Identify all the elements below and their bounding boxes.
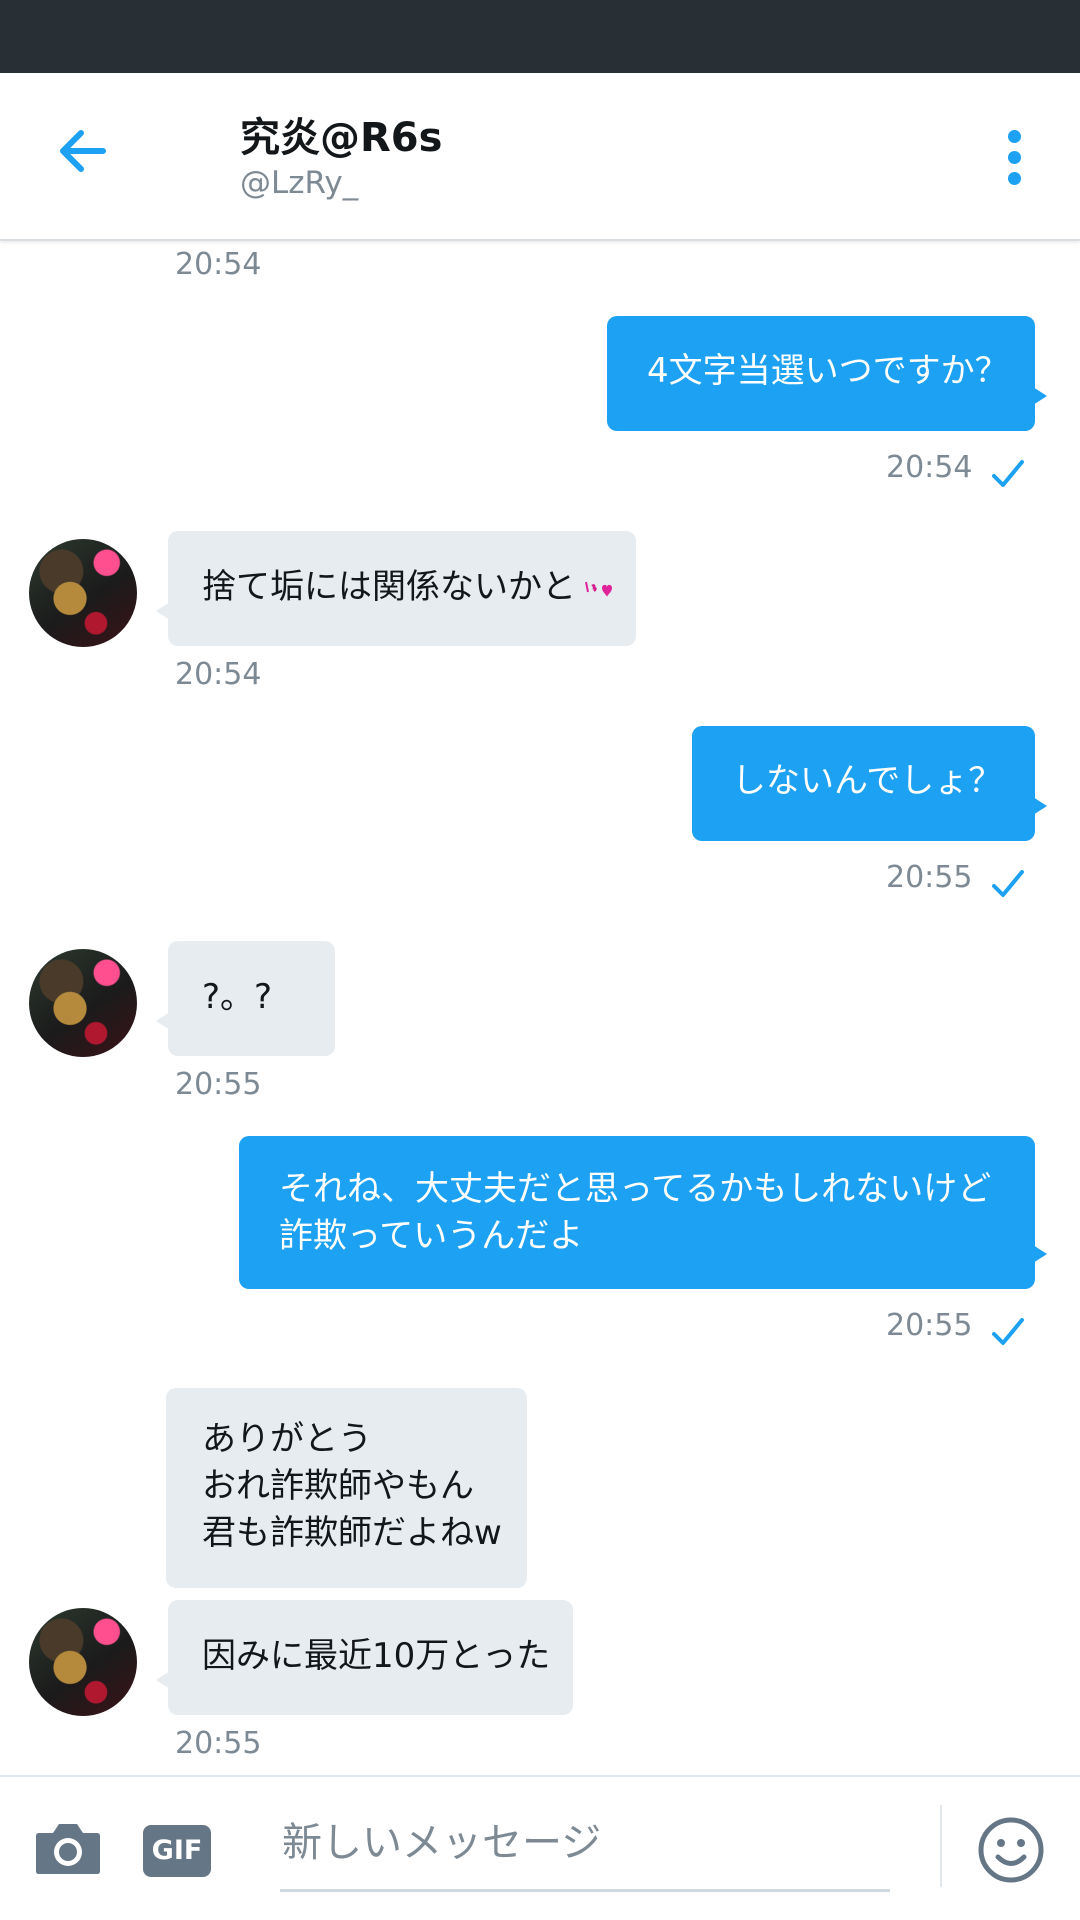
new-message-input[interactable] (280, 1797, 890, 1892)
message-text-line: 君も詐欺師だよねw (202, 1513, 502, 1553)
composer-divider (940, 1805, 942, 1887)
read-check-icon (992, 1318, 1024, 1345)
status-bar (0, 0, 1080, 73)
back-arrow-icon (60, 130, 106, 172)
message-text: 因みに最近10万とった (202, 1636, 551, 1676)
contact-avatar[interactable] (29, 949, 137, 1057)
received-message-bubble[interactable]: 捨て垢には関係ないかと (156, 531, 636, 646)
back-button[interactable] (45, 111, 125, 191)
message-text-line: 詐欺っていうんだよ (279, 1216, 584, 1256)
received-message-bubble[interactable]: ありがとう おれ詐欺師やもん 君も詐欺師だよねw (166, 1388, 527, 1588)
more-options-button[interactable] (990, 128, 1040, 188)
message-timestamp: 20:55 (886, 860, 973, 895)
received-message-bubble[interactable]: 因みに最近10万とった (156, 1600, 573, 1715)
message-text: しないんでしょ？ (732, 761, 1003, 801)
message-timestamp: 20:55 (175, 1067, 262, 1102)
heart-kiss-emoji (585, 581, 612, 597)
emoji-smiley-icon (978, 1817, 1044, 1883)
more-dot (1008, 172, 1021, 185)
conversation-header: 究炎@R6s @LzRy_ (0, 73, 1080, 241)
sent-message-bubble[interactable]: しないんでしょ？ (692, 726, 1047, 841)
gif-icon: GIF (151, 1835, 203, 1866)
gif-button[interactable]: GIF (143, 1825, 211, 1877)
sent-message-bubble[interactable]: 4文字当選いつですか？ (607, 316, 1047, 431)
message-list[interactable]: 20:54 4文字当選いつですか？ 20:54 捨て垢には関係ないかと 20:5… (0, 243, 1080, 1775)
message-timestamp: 20:55 (175, 1726, 262, 1761)
received-message-bubble[interactable]: ?。? (156, 941, 335, 1056)
camera-button[interactable] (33, 1819, 103, 1877)
more-dot (1008, 151, 1021, 164)
camera-icon (36, 1824, 100, 1874)
message-text: 4文字当選いつですか？ (647, 351, 1009, 391)
contact-name[interactable]: 究炎@R6s (240, 105, 442, 163)
contact-handle[interactable]: @LzRy_ (240, 165, 358, 201)
message-text-line: それね、大丈夫だと思ってるかもしれないけど (279, 1169, 992, 1209)
read-check-icon (992, 870, 1024, 897)
message-composer: GIF (0, 1775, 1080, 1920)
message-text-line: ありがとう (202, 1419, 372, 1459)
contact-avatar[interactable] (29, 539, 137, 647)
emoji-button[interactable] (976, 1815, 1046, 1885)
message-timestamp: 20:55 (886, 1308, 973, 1343)
message-text: ?。? (202, 977, 273, 1017)
message-text-line: おれ詐欺師やもん (202, 1466, 474, 1506)
message-timestamp: 20:54 (175, 247, 262, 282)
sent-message-bubble[interactable]: それね、大丈夫だと思ってるかもしれないけど 詐欺っていうんだよ (239, 1136, 1047, 1289)
message-timestamp: 20:54 (886, 450, 973, 485)
message-text: 捨て垢には関係ないかと (202, 567, 576, 607)
more-vertical-icon (1008, 130, 1021, 143)
message-timestamp: 20:54 (175, 657, 262, 692)
read-check-icon (992, 460, 1024, 487)
contact-avatar[interactable] (29, 1608, 137, 1716)
